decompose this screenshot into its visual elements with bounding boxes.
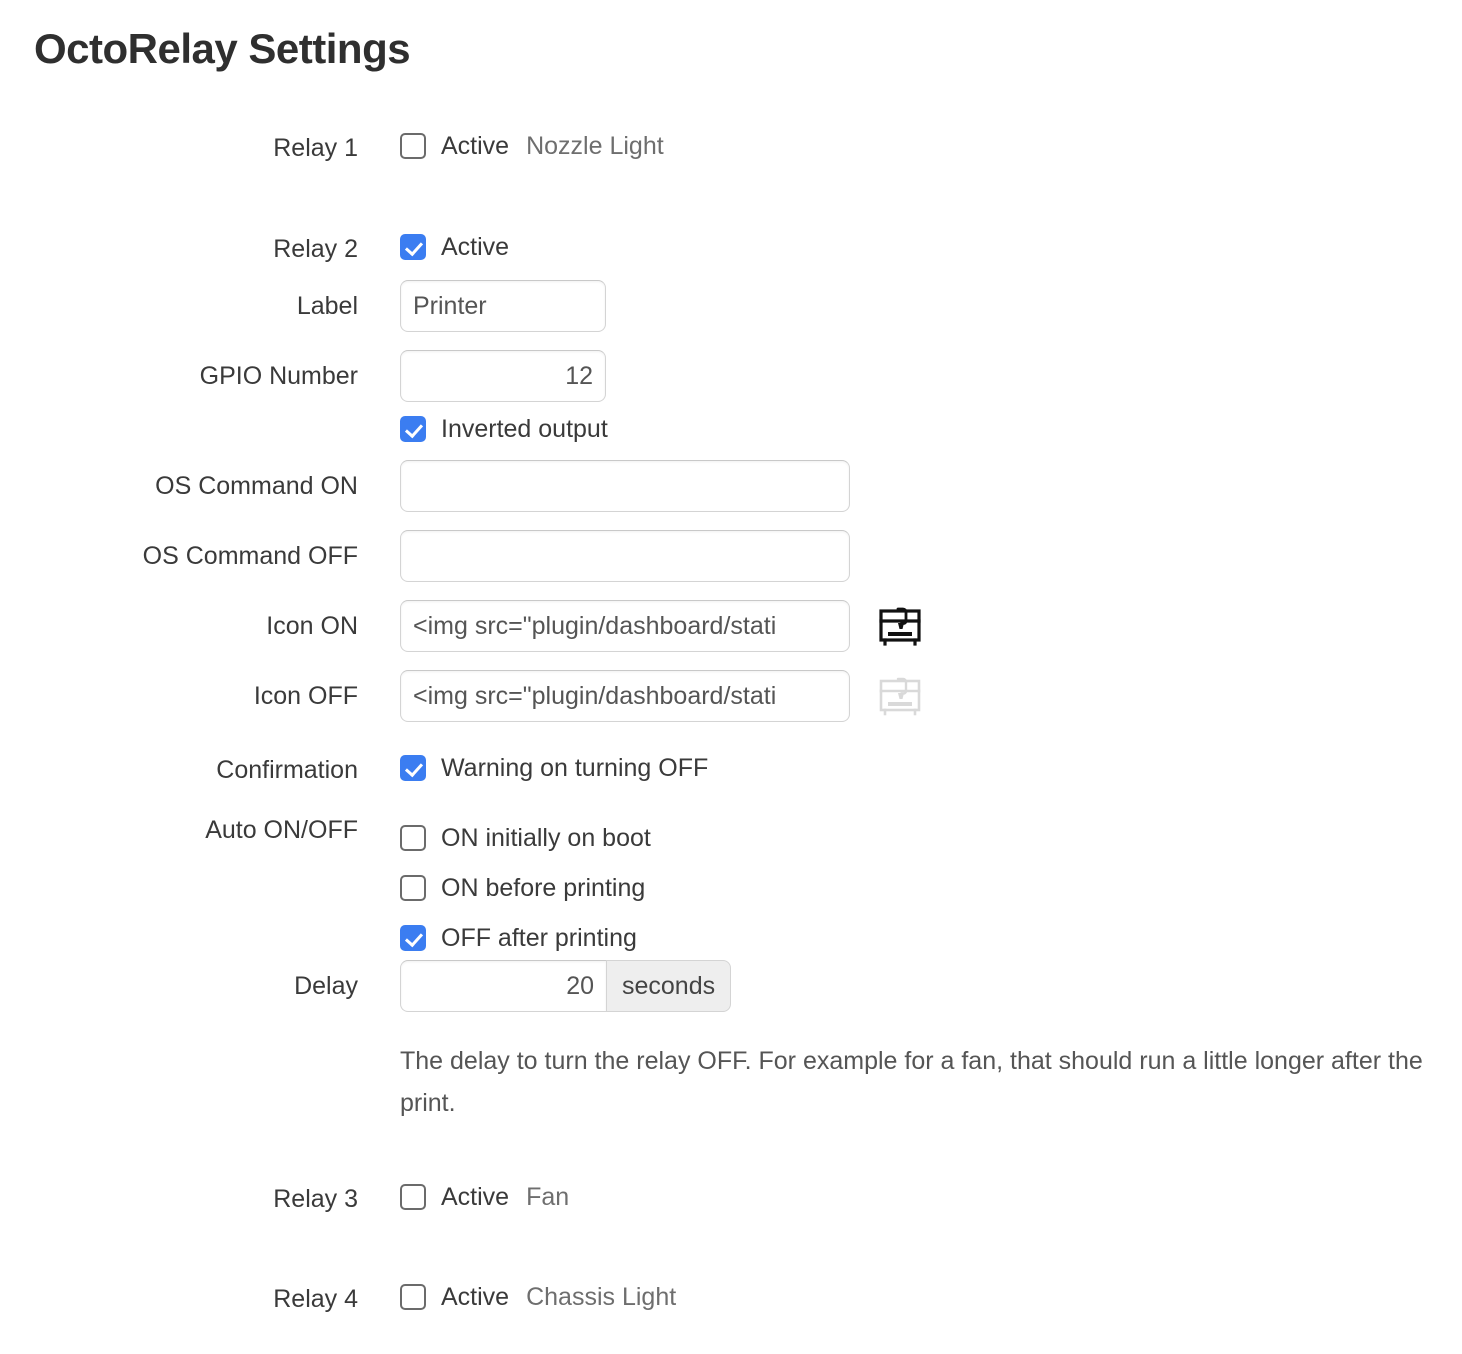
relay-2-icon-off-input[interactable]: <img src="plugin/dashboard/stati	[400, 670, 850, 722]
relay-2-icon-off-wrap: <img src="plugin/dashboard/stati	[400, 670, 926, 722]
relay-2-delay-unit-addon: seconds	[606, 960, 732, 1012]
relay-2-inverted-label: Inverted output	[441, 415, 608, 443]
relay-2-icon-off-row: Icon OFF <img src="plugin/dashboard/stat…	[0, 670, 926, 722]
relay-2-on-boot-checkbox[interactable]	[400, 825, 426, 851]
relay-2-os-command-on-label: OS Command ON	[155, 472, 358, 500]
relay-2-auto-onoff-label: Auto ON/OFF	[205, 816, 358, 844]
relay-2-auto-onoff-options: ON initially on boot ON before printing …	[400, 813, 651, 963]
relay-2-on-before-printing-checkbox[interactable]	[400, 875, 426, 901]
relay-4-active-checkbox[interactable]	[400, 1284, 426, 1310]
relay-2-icon-on-wrap: <img src="plugin/dashboard/stati	[400, 600, 926, 652]
relay-2-os-command-on-wrap	[400, 460, 850, 512]
relay-2-label: Relay 2	[273, 235, 358, 263]
relay-1-label: Relay 1	[273, 134, 358, 162]
relay-2-confirmation-label: Confirmation	[216, 756, 358, 784]
relay-2-gpio-field-wrap: 12	[400, 350, 606, 402]
relay-2-auto-onoff-field: ON initially on boot ON before printing …	[400, 813, 651, 963]
printer-3d-icon	[874, 600, 926, 652]
relay-1-name: Nozzle Light	[526, 132, 664, 160]
relay-2-active-checkbox[interactable]	[400, 234, 426, 260]
relay-2-delay-help-text: The delay to turn the relay OFF. For exa…	[400, 1047, 1423, 1117]
relay-4-field: Active Chassis Light	[400, 1282, 676, 1312]
relay-3-label: Relay 3	[273, 1185, 358, 1213]
relay-1-active-label: Active	[441, 132, 510, 160]
relay-1-field: Active Nozzle Light	[400, 131, 664, 161]
relay-2-confirmation-checkbox[interactable]	[400, 755, 426, 781]
relay-2-icon-on-input[interactable]: <img src="plugin/dashboard/stati	[400, 600, 850, 652]
relay-4-row: Relay 4 Active Chassis Light	[0, 1282, 676, 1316]
relay-2-off-after-printing-label: OFF after printing	[441, 924, 637, 952]
relay-2-off-after-printing-checkbox[interactable]	[400, 925, 426, 951]
relay-2-delay-field: 20 seconds	[400, 960, 732, 1012]
relay-2-os-command-on-row: OS Command ON	[0, 460, 850, 512]
relay-2-active-label: Active	[441, 233, 510, 261]
relay-2-os-command-on-input[interactable]	[400, 460, 850, 512]
relay-2-off-after-printing-row: OFF after printing	[400, 913, 651, 963]
relay-2-gpio-field-label: GPIO Number	[199, 362, 358, 390]
relay-3-active-checkbox[interactable]	[400, 1184, 426, 1210]
relay-2-inverted-checkbox[interactable]	[400, 416, 426, 442]
printer-3d-icon-muted	[874, 670, 926, 722]
relay-3-name: Fan	[526, 1183, 570, 1211]
relay-2-confirmation-row: Confirmation Warning on turning OFF	[0, 753, 708, 787]
relay-1-active-checkbox[interactable]	[400, 133, 426, 159]
relay-2-on-before-printing-row: ON before printing	[400, 863, 651, 913]
relay-4-name: Chassis Light	[526, 1283, 677, 1311]
relay-4-label: Relay 4	[273, 1285, 358, 1313]
relay-2-inverted-row: Inverted output	[0, 414, 608, 444]
relay-2-field: Active	[400, 232, 509, 262]
relay-3-active-label: Active	[441, 1183, 510, 1211]
relay-2-on-before-printing-label: ON before printing	[441, 874, 646, 902]
relay-2-os-command-off-wrap	[400, 530, 850, 582]
relay-2-confirmation-field: Warning on turning OFF	[400, 753, 708, 783]
relay-2-on-boot-label: ON initially on boot	[441, 824, 651, 852]
relay-2-delay-label: Delay	[294, 972, 358, 1000]
relay-2-auto-onoff-row: Auto ON/OFF ON initially on boot ON befo…	[0, 813, 651, 963]
relay-2-icon-on-row: Icon ON <img src="plugin/dashboard/stati	[0, 600, 926, 652]
relay-2-delay-row: Delay 20 seconds	[0, 960, 732, 1012]
relay-2-label-field-wrap: Printer	[400, 280, 606, 332]
relay-2-gpio-input[interactable]: 12	[400, 350, 606, 402]
relay-4-active-label: Active	[441, 1283, 510, 1311]
relay-2-label-row: Label Printer	[0, 280, 606, 332]
relay-2-icon-off-label: Icon OFF	[253, 682, 358, 710]
relay-3-row: Relay 3 Active Fan	[0, 1182, 569, 1216]
relay-2-os-command-off-label: OS Command OFF	[142, 542, 358, 570]
relay-3-field: Active Fan	[400, 1182, 569, 1212]
relay-2-label-field-label: Label	[296, 292, 358, 320]
relay-2-gpio-row: GPIO Number 12	[0, 350, 606, 402]
relay-2-os-command-off-input[interactable]	[400, 530, 850, 582]
relay-2-icon-on-label: Icon ON	[266, 612, 358, 640]
relay-2-os-command-off-row: OS Command OFF	[0, 530, 850, 582]
relay-2-label-input[interactable]: Printer	[400, 280, 606, 332]
relay-2-delay-input[interactable]: 20	[400, 960, 606, 1012]
relay-2-delay-input-group: 20 seconds	[400, 960, 732, 1012]
octorelay-settings-page: OctoRelay Settings Relay 1 Active Nozzle…	[0, 0, 1462, 1354]
relay-2-on-boot-row: ON initially on boot	[400, 813, 651, 863]
relay-2-inverted-field: Inverted output	[400, 414, 608, 444]
relay-1-row: Relay 1 Active Nozzle Light	[0, 131, 664, 165]
page-title: OctoRelay Settings	[34, 25, 411, 72]
relay-2-row: Relay 2 Active	[0, 232, 509, 266]
relay-2-confirmation-option-label: Warning on turning OFF	[441, 754, 709, 782]
